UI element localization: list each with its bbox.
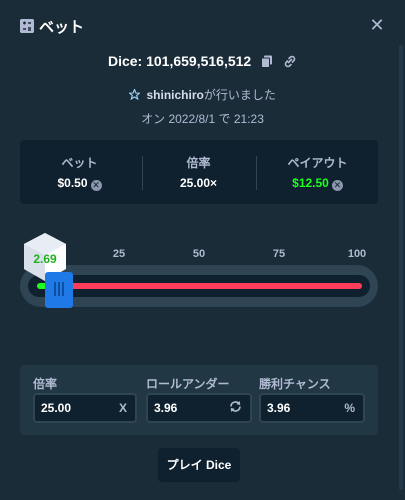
divider [256,156,257,190]
tick-label: 25 [112,248,126,260]
stat-payout: ペイアウト $12.50 ✕ [258,140,377,204]
play-dice-button[interactable]: プレイ Dice [158,448,240,482]
bet-id-text: Dice: 101,659,516,512 [107,53,252,69]
win-chance-input[interactable]: 3.96 % [259,393,365,423]
stat-bet: ベット $0.50 ✕ [20,140,139,204]
slider-handle[interactable] [45,272,73,308]
roll-under-label: ロールアンダー [146,377,230,391]
win-chance-input-value: 3.96 [267,401,291,415]
multiplier-suffix: X [118,401,127,415]
close-icon[interactable]: ✕ [368,14,386,36]
stat-multiplier: 倍率 25.00× [139,140,258,204]
modal-title: ベット [39,19,85,36]
bet-date: オン 2022/8/1 で 21:23 [141,112,264,126]
swap-refresh-icon[interactable] [229,400,242,416]
currency-coin-icon: ✕ [331,180,343,191]
tick-label: 75 [272,248,286,260]
placed-by-suffix: が行いました [203,88,276,102]
stat-bet-value: $0.50 ✕ [57,176,102,191]
modal-header: ベット ✕ [0,0,405,50]
stat-payout-value: $12.50 ✕ [292,176,343,191]
handle-grip [58,282,60,296]
link-icon[interactable] [283,55,297,71]
placed-by-line: shinichiroが行いました [0,86,405,103]
multiplier-input-value: 25.00 [41,401,72,415]
tick-label: 100 [347,248,367,260]
stat-payout-label: ペイアウト [287,156,348,170]
handle-grip [62,282,64,296]
percent-suffix: % [344,401,355,415]
stat-bet-label: ベット [61,156,98,170]
bet-modal: ベット ✕ Dice: 101,659,516,512 shinichiroが行… [0,0,405,500]
currency-coin-icon: ✕ [90,180,102,191]
star-icon [128,88,143,102]
multiplier-input[interactable]: 25.00 X [33,393,137,423]
slider-lose-range [48,283,362,289]
stat-multiplier-label: 倍率 [186,156,211,170]
username-link[interactable]: shinichiro [146,88,203,102]
dice-result-value: 2.69 [33,252,57,266]
roll-under-input-value: 3.96 [154,401,178,415]
win-chance-label: 勝利チャンス [259,377,331,391]
copy-icon[interactable] [261,55,273,71]
roll-under-input[interactable]: 3.96 [146,393,252,423]
dice-bets-icon [20,19,34,33]
bet-id-line: Dice: 101,659,516,512 [0,53,405,71]
stat-multiplier-value: 25.00× [179,176,218,190]
tick-label: 50 [192,248,206,260]
bet-stats-panel: ベット $0.50 ✕ 倍率 25.00× ペイアウト $12.50 ✕ [20,140,378,204]
handle-grip [54,282,56,296]
multiplier-label: 倍率 [33,377,58,391]
